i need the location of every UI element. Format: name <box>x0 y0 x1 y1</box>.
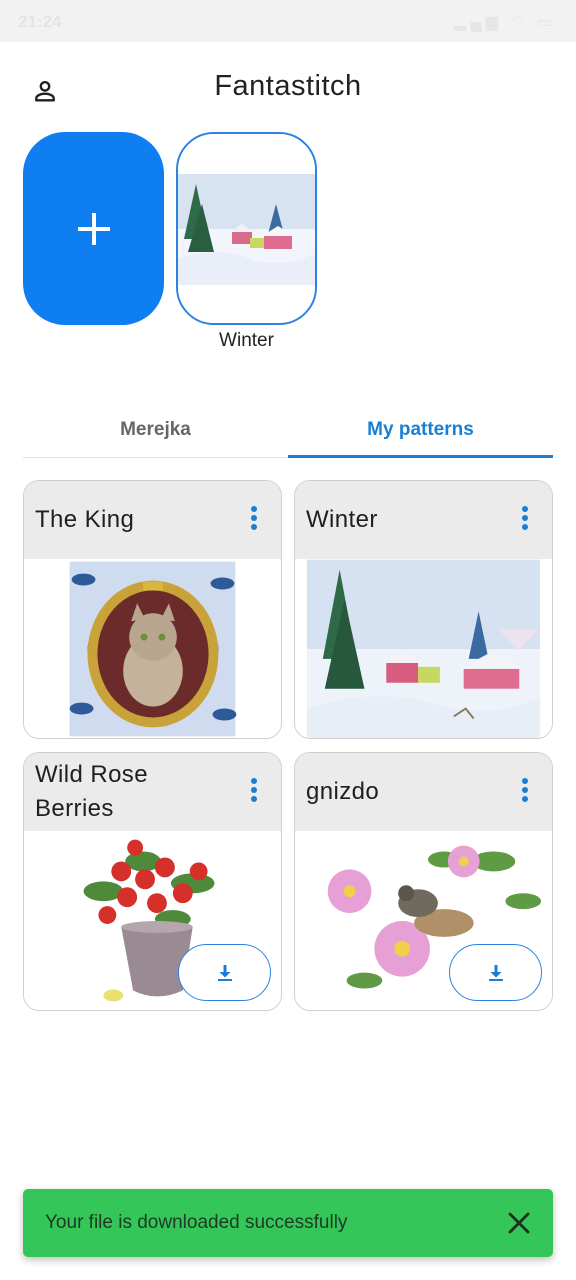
plus-icon <box>77 212 110 245</box>
signal-icon: ▂▄▆ <box>454 14 502 31</box>
pattern-card-header: The King <box>24 481 281 559</box>
tab-bar: Merejka My patterns <box>23 404 553 458</box>
status-time: 21:24 <box>18 12 62 31</box>
pattern-card-wild-rose-berries[interactable]: Wild Rose Berries <box>23 752 282 1011</box>
pattern-card-header: Winter <box>295 481 552 559</box>
winter-image <box>295 559 552 738</box>
tab-indicator <box>288 455 553 458</box>
status-bar: 21:24 ▂▄▆ ◠ ▭ <box>0 0 576 42</box>
pattern-card-title: Winter <box>306 506 378 533</box>
pattern-card-title: The King <box>35 506 135 533</box>
app-title: Fantastitch <box>214 70 362 102</box>
download-icon <box>217 964 232 981</box>
more-vertical-icon[interactable] <box>518 506 532 534</box>
tab-merejka[interactable]: Merejka <box>23 404 288 458</box>
add-pattern-button[interactable] <box>23 132 164 325</box>
more-vertical-icon[interactable] <box>247 778 261 806</box>
winter-thumbnail <box>178 134 315 323</box>
snackbar: Your file is downloaded successfully <box>23 1189 553 1257</box>
status-icons: ▂▄▆ ◠ ▭ <box>454 12 556 32</box>
download-button[interactable] <box>178 944 271 1001</box>
pattern-card-gnizdo[interactable]: gnizdo <box>294 752 553 1011</box>
pattern-card-title: Wild Rose Berries <box>35 761 148 822</box>
snackbar-message: Your file is downloaded successfully <box>45 1212 348 1233</box>
pattern-card-winter[interactable]: Winter <box>294 480 553 739</box>
battery-icon: ▭ <box>536 14 556 31</box>
tab-my-patterns[interactable]: My patterns <box>288 404 553 458</box>
wifi-icon: ◠ <box>510 14 529 31</box>
recent-pattern-label: Winter <box>219 330 274 351</box>
pattern-card-the-king[interactable]: The King <box>23 480 282 739</box>
download-icon <box>488 964 503 981</box>
more-vertical-icon[interactable] <box>247 506 261 534</box>
pattern-card-header: Wild Rose Berries <box>24 753 281 831</box>
more-vertical-icon[interactable] <box>518 778 532 806</box>
download-button[interactable] <box>449 944 542 1001</box>
pattern-card-header: gnizdo <box>295 753 552 831</box>
close-icon[interactable] <box>505 1209 533 1237</box>
recent-pattern-winter[interactable] <box>176 132 317 325</box>
pattern-card-title: gnizdo <box>306 778 380 805</box>
app-bar: Fantastitch <box>0 42 576 132</box>
the-king-image <box>24 559 281 738</box>
